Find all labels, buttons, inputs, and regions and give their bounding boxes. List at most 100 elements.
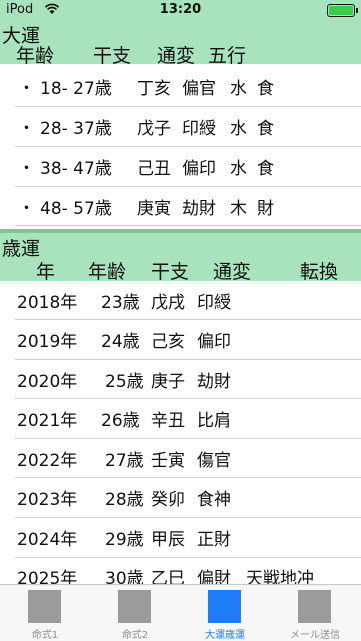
taiun-row[interactable]: ・ 38- 47歳 己丑 偏印 水 食 <box>0 154 361 184</box>
row-bullet: ・ <box>18 159 35 179</box>
tsuhen: 傷官 <box>197 451 231 471</box>
gogyo-star: 食 <box>257 79 274 99</box>
tsuhen: 劫財 <box>182 199 216 219</box>
gogyo-star: 財 <box>257 199 274 219</box>
kanshi: 己丑 <box>137 159 171 179</box>
divider <box>15 225 361 226</box>
year: 2019年 <box>17 332 78 352</box>
kanshi: 庚寅 <box>137 199 171 219</box>
tsuhen: 正財 <box>197 530 231 550</box>
saiun-col-tenkan: 転換 <box>300 261 339 283</box>
taiun-row[interactable]: ・ 28- 37歳 戊子 印綬 水 食 <box>0 114 361 144</box>
age: 27歳 <box>105 451 144 471</box>
age-range: 18- 27歳 <box>40 79 112 99</box>
row-bullet: ・ <box>18 119 35 139</box>
tsuhen: 印綬 <box>182 119 216 139</box>
saiun-row[interactable]: 2023年 28歳 癸卯 食神 <box>0 485 361 515</box>
kanshi: 戊子 <box>137 119 171 139</box>
tsuhen: 劫財 <box>197 372 231 392</box>
divider <box>15 359 361 360</box>
kanshi: 戊戌 <box>151 293 185 313</box>
divider <box>15 517 361 518</box>
taiun-header: 大運 年齢 干支 通変 五行 <box>0 20 361 67</box>
age-range: 28- 37歳 <box>40 119 112 139</box>
age: 24歳 <box>101 332 140 352</box>
tab-meishiki-2[interactable]: 命式2 <box>90 585 180 641</box>
kanshi: 壬寅 <box>151 451 185 471</box>
kanshi: 甲辰 <box>151 530 185 550</box>
saiun-col-year: 年 <box>36 261 56 283</box>
placeholder-square-icon <box>208 590 241 623</box>
gogyo-star: 食 <box>257 119 274 139</box>
tsuhen: 偏印 <box>197 332 231 352</box>
age: 26歳 <box>101 411 140 431</box>
gogyo-element: 水 <box>230 159 247 179</box>
age: 25歳 <box>105 372 144 392</box>
age: 29歳 <box>105 530 144 550</box>
tsuhen: 偏印 <box>182 159 216 179</box>
divider <box>15 557 361 558</box>
year: 2022年 <box>17 451 78 471</box>
kanshi: 辛丑 <box>151 411 185 431</box>
year: 2024年 <box>17 530 78 550</box>
status-bar: iPod 13:20 <box>0 0 361 20</box>
taiun-col-gogyo: 五行 <box>208 45 247 67</box>
gogyo-element: 木 <box>230 199 247 219</box>
divider <box>15 319 361 320</box>
saiun-col-age: 年齢 <box>88 261 127 283</box>
saiun-col-tsuhen: 通変 <box>213 261 252 283</box>
tab-label: 命式1 <box>31 630 59 641</box>
age: 23歳 <box>101 293 140 313</box>
battery-icon <box>327 4 358 17</box>
saiun-row[interactable]: 2021年 26歳 辛丑 比肩 <box>0 406 361 436</box>
tab-taiun-saiun[interactable]: 大運歳運 <box>180 585 270 641</box>
saiun-row[interactable]: 2018年 23歳 戊戌 印綬 <box>0 288 361 318</box>
kanshi: 癸卯 <box>151 490 185 510</box>
gogyo-element: 水 <box>230 79 247 99</box>
kanshi: 丁亥 <box>137 79 171 99</box>
tsuhen: 偏官 <box>182 79 216 99</box>
tab-meishiki-1[interactable]: 命式1 <box>0 585 90 641</box>
gogyo-star: 食 <box>257 159 274 179</box>
placeholder-square-icon <box>118 590 151 623</box>
taiun-col-tsuhen: 通変 <box>157 45 196 67</box>
taiun-col-kanshi: 干支 <box>93 45 132 67</box>
divider <box>15 186 361 187</box>
tsuhen: 比肩 <box>197 411 231 431</box>
saiun-row[interactable]: 2024年 29歳 甲辰 正財 <box>0 525 361 555</box>
year: 2021年 <box>17 411 78 431</box>
taiun-row[interactable]: ・ 48- 57歳 庚寅 劫財 木 財 <box>0 194 361 224</box>
year: 2020年 <box>17 372 78 392</box>
saiun-header: 歳運 年 年齢 干支 通変 転換 <box>0 233 361 283</box>
tab-label: 大運歳運 <box>205 630 245 641</box>
placeholder-square-icon <box>298 590 331 623</box>
age: 28歳 <box>105 490 144 510</box>
placeholder-square-icon <box>28 590 61 623</box>
clock: 13:20 <box>159 2 202 17</box>
divider <box>15 477 361 478</box>
row-bullet: ・ <box>18 79 35 99</box>
age-range: 48- 57歳 <box>40 199 112 219</box>
saiun-row[interactable]: 2020年 25歳 庚子 劫財 <box>0 367 361 397</box>
tab-send-mail[interactable]: メール送信 <box>270 585 360 641</box>
tab-label: メール送信 <box>290 630 340 641</box>
tsuhen: 食神 <box>197 490 231 510</box>
divider <box>15 146 361 147</box>
saiun-col-kanshi: 干支 <box>151 261 190 283</box>
year: 2023年 <box>17 490 78 510</box>
saiun-row[interactable]: 2019年 24歳 己亥 偏印 <box>0 327 361 357</box>
saiun-title: 歳運 <box>2 238 41 260</box>
tab-label: 命式2 <box>121 630 149 641</box>
tsuhen: 印綬 <box>197 293 231 313</box>
year: 2018年 <box>17 293 78 313</box>
gogyo-element: 水 <box>230 119 247 139</box>
saiun-row[interactable]: 2022年 27歳 壬寅 傷官 <box>0 446 361 476</box>
kanshi: 己亥 <box>151 332 185 352</box>
tab-bar: 命式1 命式2 大運歳運 メール送信 <box>0 584 361 641</box>
taiun-row[interactable]: ・ 18- 27歳 丁亥 偏官 水 食 <box>0 74 361 104</box>
age-range: 38- 47歳 <box>40 159 112 179</box>
divider <box>15 106 361 107</box>
taiun-col-age: 年齢 <box>16 45 55 67</box>
kanshi: 庚子 <box>151 372 185 392</box>
row-bullet: ・ <box>18 199 35 219</box>
